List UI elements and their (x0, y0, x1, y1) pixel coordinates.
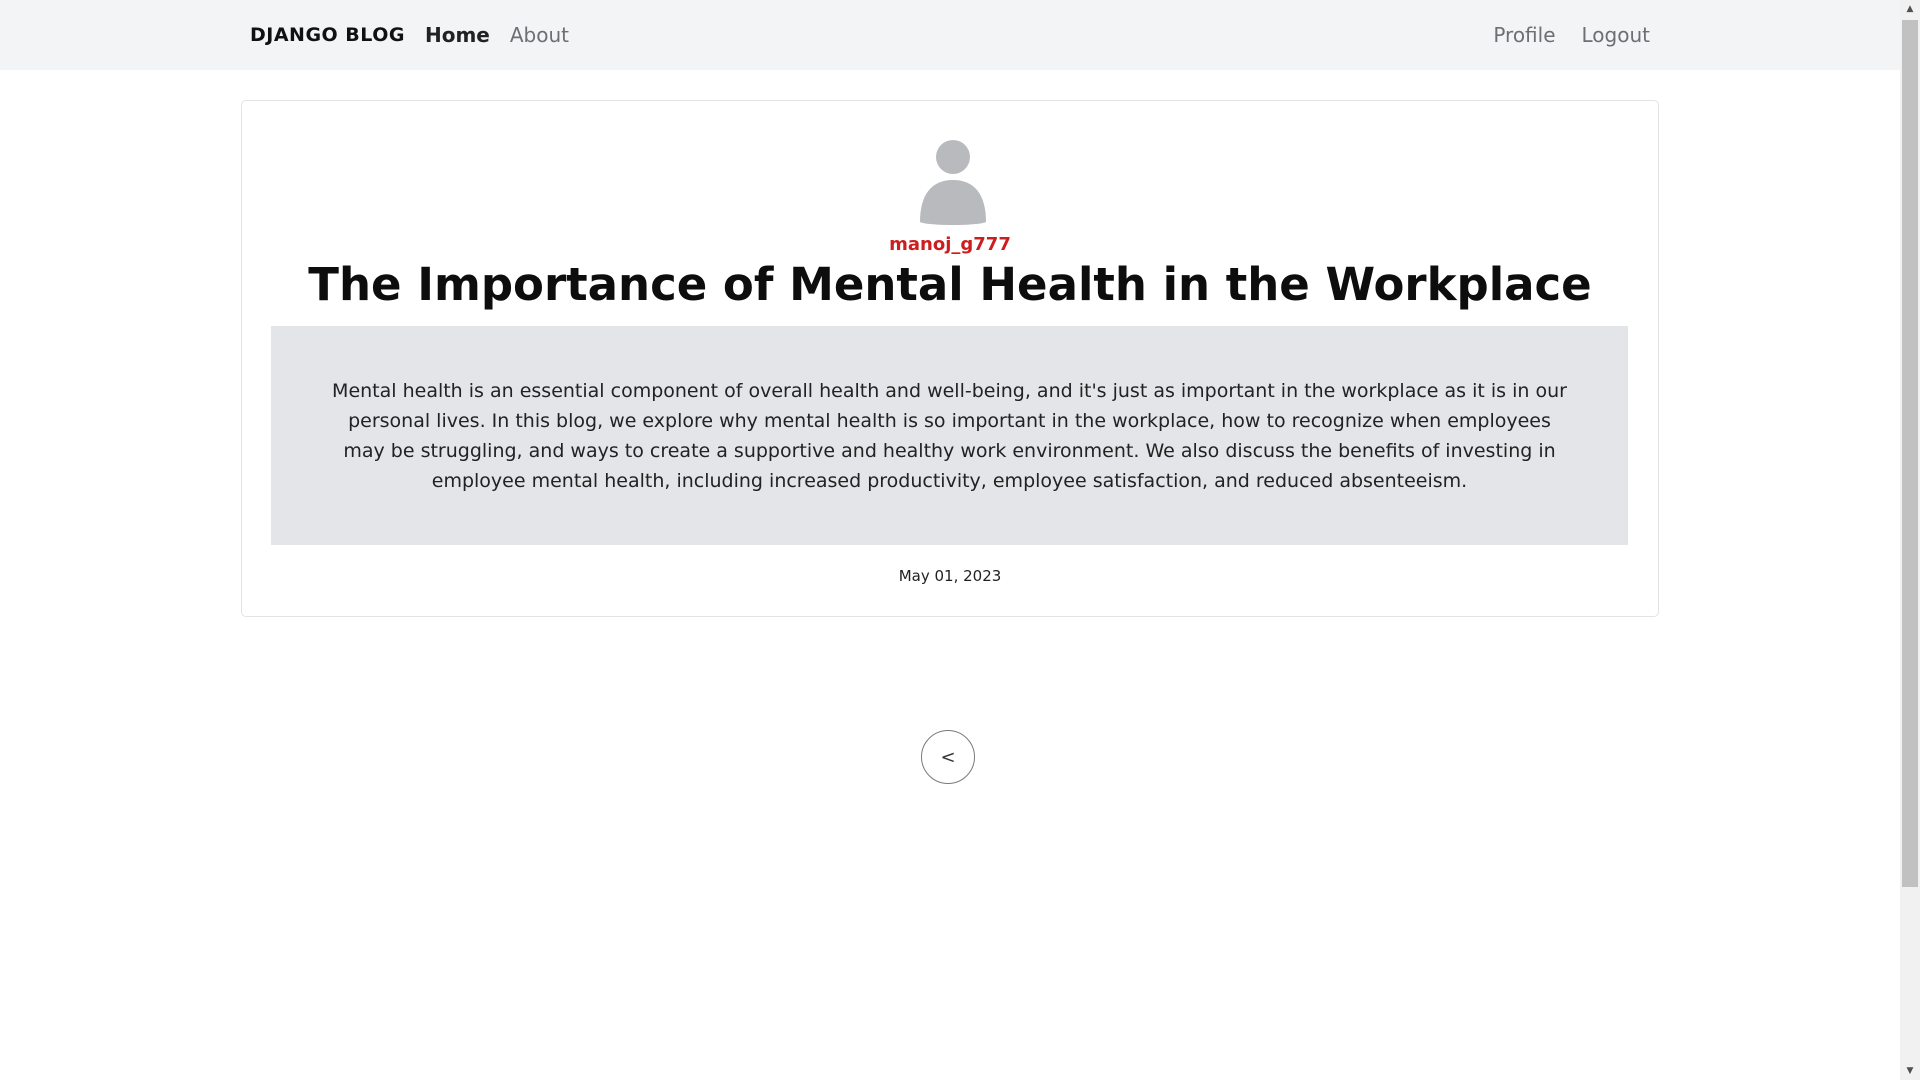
nav-home-link[interactable]: Home (425, 23, 490, 47)
page: DJANGO BLOG Home About Profile Logout ma… (0, 0, 1920, 1080)
user-silhouette-icon (920, 140, 986, 225)
post-author-link[interactable]: manoj_g777 (242, 234, 1658, 255)
post-date: May 01, 2023 (898, 567, 1002, 585)
post-card: manoj_g777 The Importance of Mental Heal… (241, 100, 1659, 617)
scrollbar-thumb[interactable] (1902, 20, 1918, 887)
navbar: DJANGO BLOG Home About Profile Logout (0, 0, 1900, 70)
nav-about-link[interactable]: About (510, 23, 569, 47)
post-title: The Importance of Mental Health in the W… (308, 258, 1592, 311)
back-button[interactable]: < (921, 730, 975, 784)
vertical-scrollbar[interactable]: ▲ ▼ (1900, 0, 1920, 1080)
nav-profile-link[interactable]: Profile (1493, 23, 1555, 47)
navbar-right-group: Profile Logout (1493, 23, 1650, 47)
navbar-container: DJANGO BLOG Home About Profile Logout (250, 0, 1650, 70)
scroll-up-arrow-icon[interactable]: ▲ (1900, 0, 1920, 18)
scroll-down-arrow-icon[interactable]: ▼ (1900, 1062, 1920, 1080)
post-content-box: Mental health is an essential component … (271, 326, 1628, 545)
brand-link[interactable]: DJANGO BLOG (250, 24, 405, 46)
post-content: Mental health is an essential component … (332, 380, 1567, 492)
nav-logout-link[interactable]: Logout (1582, 23, 1650, 47)
